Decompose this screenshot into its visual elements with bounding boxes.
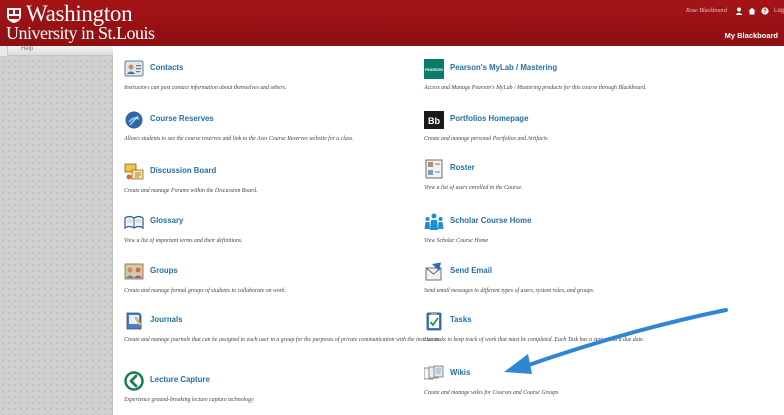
help-icon[interactable]: ? bbox=[761, 7, 769, 15]
annotation-arrow-icon bbox=[504, 308, 728, 374]
lecture-capture-link[interactable]: Lecture Capture bbox=[150, 375, 210, 384]
shield-logo-icon bbox=[7, 8, 21, 23]
roster-description: View a list of users enrolled in the Cou… bbox=[424, 185, 523, 191]
journals-description: Create and manage journals that can be a… bbox=[124, 337, 440, 343]
tool-groups: Groups Create and manage formal groups o… bbox=[124, 262, 454, 302]
discussion-board-description: Create and manage Forums within the Disc… bbox=[124, 188, 258, 194]
user-name-link[interactable]: Rose Blackboard bbox=[686, 8, 727, 14]
tool-journals: Journals Create and manage journals that… bbox=[124, 311, 454, 351]
lecture-capture-icon bbox=[124, 371, 144, 391]
tool-discussion-board: Discussion Board Create and manage Forum… bbox=[124, 162, 454, 202]
sidebar-item-help-label: Help bbox=[21, 46, 34, 52]
tool-course-reserves: Course Reserves Allows students to see t… bbox=[124, 110, 454, 150]
groups-icon bbox=[124, 263, 144, 280]
glossary-link[interactable]: Glossary bbox=[150, 216, 183, 225]
roster-icon bbox=[425, 159, 443, 179]
tool-send-email: Send Email Send email messages to differ… bbox=[424, 262, 754, 302]
my-blackboard-tab[interactable]: My Blackboard bbox=[725, 31, 778, 40]
contacts-icon bbox=[124, 60, 144, 77]
wikis-icon bbox=[424, 365, 444, 380]
portfolios-description: Create and manage personal Portfolios an… bbox=[424, 136, 549, 142]
contacts-description: Instructors can post contact information… bbox=[124, 85, 287, 91]
wikis-description: Create and manage wikis for Courses and … bbox=[424, 390, 559, 396]
wikis-link[interactable]: Wikis bbox=[450, 368, 470, 377]
collapse-menu-handle[interactable] bbox=[0, 46, 8, 56]
logo-text-university: University in St.Louis bbox=[6, 23, 155, 43]
tool-scholar-course-home: Scholar Course Home View Scholar Course … bbox=[424, 212, 754, 252]
portfolios-homepage-link[interactable]: Portfolios Homepage bbox=[450, 114, 528, 123]
pearson-logo-icon: PEARSON bbox=[424, 59, 444, 79]
journals-icon bbox=[126, 312, 143, 330]
tool-portfolios: Bb Portfolios Homepage Create and manage… bbox=[424, 110, 754, 150]
home-icon[interactable] bbox=[748, 7, 756, 15]
pearson-link[interactable]: Pearson's MyLab / Mastering bbox=[450, 63, 557, 72]
glossary-description: View a list of important terms and their… bbox=[124, 238, 243, 244]
groups-description: Create and manage formal groups of stude… bbox=[124, 288, 287, 294]
tool-contacts: Contacts Instructors can post contact in… bbox=[124, 59, 454, 99]
tasks-clipboard-icon bbox=[426, 312, 442, 331]
course-reserves-description: Allows students to see the course reserv… bbox=[124, 136, 354, 142]
discussion-board-icon bbox=[124, 163, 144, 180]
tool-roster: Roster View a list of users enrolled in … bbox=[424, 159, 754, 199]
send-email-link[interactable]: Send Email bbox=[450, 266, 492, 275]
groups-link[interactable]: Groups bbox=[150, 266, 178, 275]
scholar-people-icon bbox=[424, 213, 444, 230]
blackboard-logo-icon: Bb bbox=[424, 111, 444, 129]
pearson-description: Access and Manage Pearson's MyLab / Mast… bbox=[424, 85, 647, 91]
sidebar-item-help[interactable]: Help bbox=[0, 46, 113, 56]
tool-pearson: PEARSON Pearson's MyLab / Mastering Acce… bbox=[424, 59, 754, 99]
svg-text:PEARSON: PEARSON bbox=[425, 68, 443, 72]
send-email-icon bbox=[425, 262, 442, 281]
logout-link[interactable]: Log bbox=[774, 8, 784, 14]
glossary-book-icon bbox=[124, 215, 144, 230]
scholar-course-home-link[interactable]: Scholar Course Home bbox=[450, 216, 531, 225]
tasks-link[interactable]: Tasks bbox=[450, 315, 472, 324]
user-toolbar: Rose Blackboard ? Log bbox=[686, 5, 784, 17]
send-email-description: Send email messages to different types o… bbox=[424, 288, 595, 294]
roster-link[interactable]: Roster bbox=[450, 163, 475, 172]
header-bar: Washington University in St.Louis Rose B… bbox=[0, 0, 784, 46]
course-reserves-link[interactable]: Course Reserves bbox=[150, 114, 214, 123]
tool-lecture-capture: Lecture Capture Experience ground-breaki… bbox=[124, 371, 454, 411]
contacts-link[interactable]: Contacts bbox=[150, 63, 183, 72]
discussion-board-link[interactable]: Discussion Board bbox=[150, 166, 216, 175]
user-icon[interactable] bbox=[735, 7, 743, 15]
course-menu-sidebar: Help bbox=[0, 46, 113, 415]
course-reserves-icon bbox=[125, 111, 143, 129]
svg-text:?: ? bbox=[763, 9, 767, 15]
svg-text:Bb: Bb bbox=[428, 116, 440, 126]
lecture-capture-description: Experience ground-breaking lecture captu… bbox=[124, 397, 254, 403]
journals-link[interactable]: Journals bbox=[150, 315, 183, 324]
scholar-description: View Scholar Course Home bbox=[424, 238, 489, 244]
tool-glossary: Glossary View a list of important terms … bbox=[124, 212, 454, 252]
